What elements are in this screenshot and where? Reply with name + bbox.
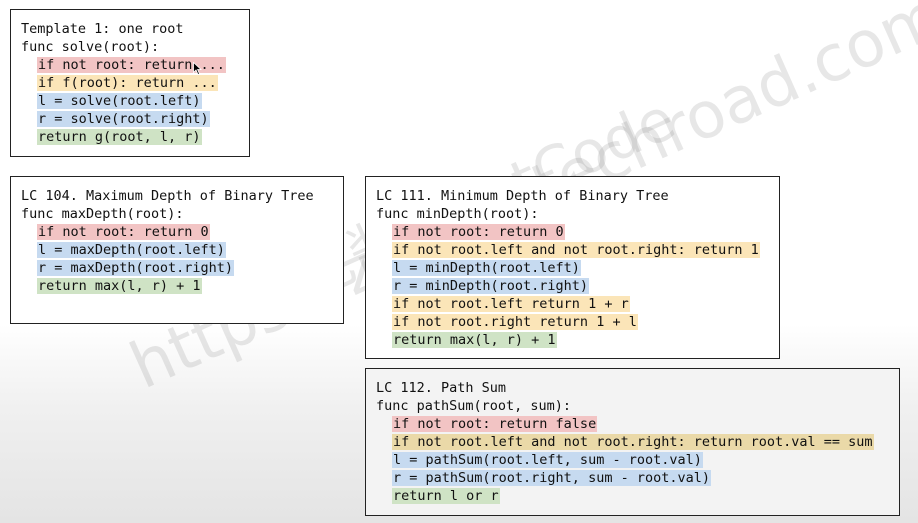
code-line: LC 104. Maximum Depth of Binary Tree [21, 187, 314, 205]
code-line: func pathSum(root, sum): [376, 397, 874, 415]
recurse-right-line: r = pathSum(root.right, sum - root.val) [392, 470, 711, 486]
lc112-code: LC 112. Path Sum func pathSum(root, sum)… [376, 379, 874, 505]
recurse-left-line: l = maxDepth(root.left) [37, 242, 226, 258]
recurse-right-line: r = maxDepth(root.right) [37, 260, 235, 276]
leaf-check-line: if not root.left and not root.right: ret… [392, 434, 874, 450]
lc104-code: LC 104. Maximum Depth of Binary Tree fun… [21, 187, 314, 295]
code-line: func minDepth(root): [376, 205, 760, 223]
code-line: if not root: return false [376, 415, 874, 433]
code-line: if f(root): return ... [21, 74, 226, 92]
code-line: r = pathSum(root.right, sum - root.val) [376, 469, 874, 487]
base-case-line: if not root: return 0 [37, 224, 210, 240]
code-line: return l or r [376, 487, 874, 505]
code-line: l = minDepth(root.left) [376, 259, 760, 277]
combine-return-line: return g(root, l, r) [37, 129, 202, 145]
code-text: Template 1: one root [21, 21, 184, 37]
lc111-code-box: LC 111. Minimum Depth of Binary Tree fun… [365, 176, 780, 359]
base-case-line: if not root: return false [392, 416, 598, 432]
code-line: if not root.right return 1 + l [376, 313, 760, 331]
code-text: func solve(root): [21, 39, 160, 55]
early-return-line: if f(root): return ... [37, 75, 218, 91]
leaf-check-line: if not root.left and not root.right: ret… [392, 242, 760, 258]
code-line: r = maxDepth(root.right) [21, 259, 314, 277]
combine-return-line: return max(l, r) + 1 [37, 278, 202, 294]
lc112-code-box: LC 112. Path Sum func pathSum(root, sum)… [365, 368, 900, 516]
code-line: r = minDepth(root.right) [376, 277, 760, 295]
missing-right-line: if not root.right return 1 + l [392, 314, 638, 330]
code-line: l = maxDepth(root.left) [21, 241, 314, 259]
recurse-right-line: r = solve(root.right) [37, 111, 210, 127]
recurse-left-line: l = solve(root.left) [37, 93, 202, 109]
code-line: if not root.left return 1 + r [376, 295, 760, 313]
combine-return-line: return l or r [392, 488, 500, 504]
code-line: LC 111. Minimum Depth of Binary Tree [376, 187, 760, 205]
missing-left-line: if not root.left return 1 + r [392, 296, 630, 312]
code-line: LC 112. Path Sum [376, 379, 874, 397]
code-line: l = solve(root.left) [21, 92, 226, 110]
code-text: func pathSum(root, sum): [376, 398, 572, 414]
code-line: return max(l, r) + 1 [376, 331, 760, 349]
problem-title: LC 112. Path Sum [376, 380, 507, 396]
template-code-box: Template 1: one root func solve(root): i… [10, 9, 250, 157]
recurse-left-line: l = minDepth(root.left) [392, 260, 581, 276]
code-text: func minDepth(root): [376, 206, 539, 222]
code-line: Template 1: one root [21, 20, 226, 38]
combine-return-line: return max(l, r) + 1 [392, 332, 557, 348]
mouse-cursor-icon [193, 62, 202, 75]
lc111-code: LC 111. Minimum Depth of Binary Tree fun… [376, 187, 760, 349]
code-line: func solve(root): [21, 38, 226, 56]
code-line: l = pathSum(root.left, sum - root.val) [376, 451, 874, 469]
code-line: func maxDepth(root): [21, 205, 314, 223]
code-line: if not root.left and not root.right: ret… [376, 433, 874, 451]
base-case-line: if not root: return 0 [392, 224, 565, 240]
code-line: if not root: return 0 [376, 223, 760, 241]
code-line: return g(root, l, r) [21, 128, 226, 146]
template-code: Template 1: one root func solve(root): i… [21, 20, 226, 146]
code-line: if not root: return 0 [21, 223, 314, 241]
recurse-right-line: r = minDepth(root.right) [392, 278, 590, 294]
code-text: func maxDepth(root): [21, 206, 184, 222]
problem-title: LC 104. Maximum Depth of Binary Tree [21, 188, 314, 204]
lc104-code-box: LC 104. Maximum Depth of Binary Tree fun… [10, 176, 344, 324]
code-line: r = solve(root.right) [21, 110, 226, 128]
recurse-left-line: l = pathSum(root.left, sum - root.val) [392, 452, 703, 468]
code-line: return max(l, r) + 1 [21, 277, 314, 295]
code-line: if not root.left and not root.right: ret… [376, 241, 760, 259]
problem-title: LC 111. Minimum Depth of Binary Tree [376, 188, 669, 204]
